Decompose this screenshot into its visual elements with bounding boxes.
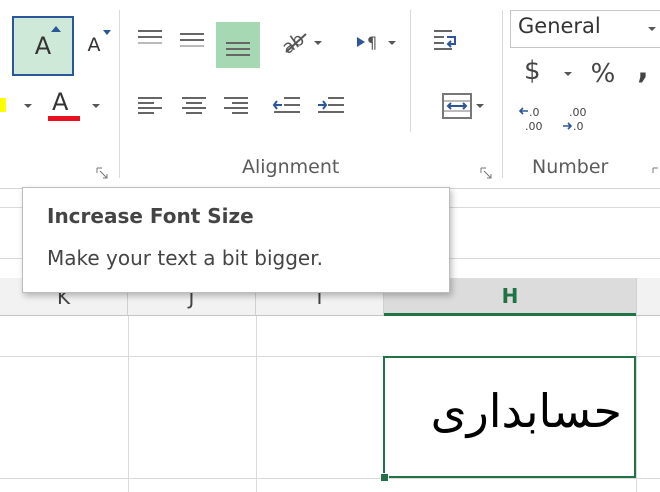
column-header-label: H — [501, 283, 519, 308]
chevron-down-icon — [24, 104, 32, 108]
merge-center-button[interactable] — [424, 86, 490, 126]
grid-line — [636, 316, 637, 492]
middle-align-button[interactable] — [174, 22, 210, 56]
tooltip-title: Increase Font Size — [47, 204, 254, 228]
align-center-button[interactable] — [176, 88, 212, 122]
svg-text:ab: ab — [280, 29, 309, 56]
bottom-align-button[interactable] — [216, 22, 260, 68]
group-separator — [119, 10, 120, 178]
align-left-button[interactable] — [132, 88, 168, 122]
font-color-icon: A — [52, 88, 69, 116]
align-right-icon — [224, 97, 248, 114]
svg-text:.00: .00 — [569, 106, 587, 119]
decrease-decimal-button[interactable]: .00 .0 — [558, 100, 594, 138]
align-right-button[interactable] — [218, 88, 254, 122]
grid-line — [256, 316, 257, 492]
number-group-label: Number — [532, 156, 609, 178]
decrease-indent-icon — [272, 97, 300, 113]
decrease-decimal-icon: .00 .0 — [563, 106, 587, 133]
grid-line — [0, 478, 660, 479]
orientation-button[interactable]: ab — [268, 22, 326, 62]
percent-icon: % — [590, 59, 616, 89]
column-header-g[interactable] — [636, 278, 660, 316]
ribbon: A A A ab ¶ Alignment General $ % , .0 .0… — [0, 0, 660, 189]
grid-line — [128, 316, 129, 492]
group-separator — [502, 10, 503, 178]
chevron-down-icon — [388, 41, 396, 45]
svg-text:.0: .0 — [529, 106, 540, 119]
align-center-icon — [182, 97, 206, 114]
font-color-button[interactable]: A — [44, 84, 106, 128]
comma-icon: , — [637, 50, 649, 86]
decrease-indent-button[interactable] — [268, 88, 306, 122]
highlight-color-swatch — [0, 98, 6, 112]
increase-decimal-icon: .0 .00 — [519, 106, 543, 133]
tooltip-description: Make your text a bit bigger. — [47, 246, 323, 270]
fill-handle[interactable] — [380, 473, 389, 482]
increase-font-size-button[interactable]: A — [12, 16, 74, 76]
text-direction-icon: ¶ — [357, 33, 377, 52]
group-separator — [410, 10, 411, 132]
chevron-down-icon — [92, 104, 100, 108]
bottom-align-icon — [226, 42, 250, 56]
increase-decimal-button[interactable]: .0 .00 — [516, 100, 552, 138]
currency-icon: $ — [524, 56, 541, 86]
orientation-icon: ab — [280, 29, 309, 56]
font-color-bar — [48, 116, 80, 121]
chevron-down-icon[interactable] — [648, 27, 656, 31]
percent-style-button[interactable]: % — [584, 56, 622, 92]
font-dialog-launcher-icon[interactable] — [96, 164, 108, 179]
svg-text:.00: .00 — [525, 120, 543, 133]
chevron-down-icon — [314, 41, 322, 45]
tooltip: Increase Font Size Make your text a bit … — [22, 187, 450, 293]
increase-indent-button[interactable] — [312, 88, 350, 122]
merge-center-icon — [442, 93, 472, 119]
highlight-color-button[interactable] — [0, 84, 36, 128]
active-cell-h[interactable]: حسابداری — [383, 356, 636, 478]
wrap-text-icon — [434, 30, 456, 50]
comma-style-button[interactable]: , — [628, 51, 658, 92]
svg-text:.0: .0 — [573, 120, 584, 133]
increase-font-size-icon: A — [35, 26, 62, 60]
alignment-group-label: Alignment — [242, 156, 340, 178]
number-format-value: General — [518, 14, 601, 38]
chevron-down-icon — [476, 104, 484, 108]
decrease-font-size-icon: A — [88, 30, 111, 56]
decrease-font-size-button[interactable]: A — [76, 20, 112, 70]
accounting-format-button[interactable]: $ — [516, 56, 580, 92]
number-dialog-launcher-icon[interactable] — [652, 164, 660, 174]
top-align-button[interactable] — [132, 22, 168, 56]
middle-align-icon — [180, 33, 204, 47]
increase-indent-icon — [318, 97, 344, 113]
wrap-text-button[interactable] — [424, 22, 468, 62]
top-align-icon — [138, 30, 162, 44]
cell-value: حسابداری — [430, 384, 622, 438]
chevron-down-icon — [564, 72, 572, 76]
alignment-dialog-launcher-icon[interactable] — [480, 164, 492, 179]
svg-text:¶: ¶ — [367, 33, 377, 52]
align-left-icon — [138, 97, 162, 114]
text-direction-button[interactable]: ¶ — [342, 22, 400, 62]
